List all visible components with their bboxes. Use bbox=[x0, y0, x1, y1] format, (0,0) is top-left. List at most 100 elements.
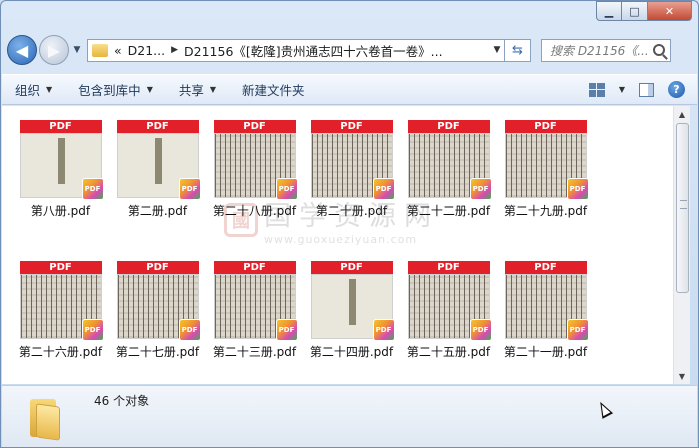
pdf-app-icon: PDF bbox=[372, 178, 395, 200]
pdf-app-icon: PDF bbox=[469, 178, 492, 200]
forward-button[interactable]: ▶ bbox=[39, 35, 69, 65]
pdf-thumbnail: PDF PDF bbox=[310, 261, 395, 341]
file-item[interactable]: PDF PDF 第二十七册.pdf bbox=[109, 261, 206, 360]
pdf-banner: PDF bbox=[504, 261, 587, 274]
explorer-window: ▁ □ ✕ ◀ ▶ ▼ « D21... ▶ D21156《[乾隆]贵州通志四十… bbox=[0, 0, 699, 448]
pdf-thumbnail: PDF PDF bbox=[116, 261, 201, 341]
address-dropdown-icon[interactable]: ▼ bbox=[490, 45, 504, 55]
watermark-url: www.guoxueziyuan.com bbox=[264, 233, 418, 246]
pdf-thumbnail: PDF PDF bbox=[504, 261, 589, 341]
pdf-thumbnail: PDF PDF bbox=[213, 120, 298, 200]
pdf-app-icon: PDF bbox=[566, 319, 589, 341]
pdf-thumbnail: PDF PDF bbox=[407, 120, 492, 200]
pdf-banner: PDF bbox=[407, 261, 490, 274]
pdf-app-icon: PDF bbox=[178, 319, 201, 341]
minimize-button[interactable]: ▁ bbox=[596, 1, 622, 21]
folder-icon bbox=[92, 43, 108, 57]
preview-pane-icon[interactable] bbox=[639, 82, 654, 97]
breadcrumb-separator-icon[interactable]: ▶ bbox=[171, 45, 178, 55]
item-count: 46 个对象 bbox=[94, 394, 150, 408]
pdf-banner: PDF bbox=[504, 120, 587, 133]
share-menu[interactable]: 共享 ▼ bbox=[166, 80, 229, 99]
pdf-banner: PDF bbox=[407, 120, 490, 133]
pdf-app-icon: PDF bbox=[372, 319, 395, 341]
pdf-banner: PDF bbox=[213, 120, 296, 133]
details-pane: 46 个对象 bbox=[2, 385, 697, 447]
breadcrumb-current[interactable]: D21156《[乾隆]贵州通志四十六卷首一卷》... bbox=[184, 41, 443, 60]
file-item[interactable]: PDF PDF 第二十八册.pdf bbox=[206, 120, 303, 219]
search-input[interactable]: 搜索 D21156《... bbox=[541, 38, 671, 62]
file-item[interactable]: PDF PDF 第二十册.pdf bbox=[303, 120, 400, 219]
file-item[interactable]: PDF PDF 第二十一册.pdf bbox=[497, 261, 594, 360]
pdf-thumbnail: PDF PDF bbox=[116, 120, 201, 200]
view-options-dropdown-icon[interactable]: ▼ bbox=[619, 85, 625, 94]
new-folder-button[interactable]: 新建文件夹 bbox=[229, 80, 318, 99]
file-name: 第二十七册.pdf bbox=[115, 345, 200, 359]
file-name: 第二十六册.pdf bbox=[18, 345, 103, 359]
vertical-scrollbar[interactable]: ▲ ▼ bbox=[673, 106, 690, 384]
file-list: 國 国学资源网 www.guoxueziyuan.com PDF PDF 第八册.p… bbox=[2, 106, 673, 384]
file-name: 第二十九册.pdf bbox=[503, 204, 588, 218]
pdf-thumbnail: PDF PDF bbox=[19, 261, 104, 341]
pdf-banner: PDF bbox=[19, 120, 102, 133]
file-name: 第二册.pdf bbox=[127, 204, 188, 218]
file-item[interactable]: PDF PDF 第二十九册.pdf bbox=[497, 120, 594, 219]
organize-menu[interactable]: 组织 ▼ bbox=[2, 80, 65, 99]
breadcrumb-parent[interactable]: D21... bbox=[128, 43, 165, 58]
chevron-down-icon: ▼ bbox=[46, 85, 53, 94]
scroll-down-icon[interactable]: ▼ bbox=[674, 368, 690, 384]
pdf-banner: PDF bbox=[310, 261, 393, 274]
change-view-icon[interactable] bbox=[588, 82, 605, 97]
file-name: 第二十二册.pdf bbox=[406, 204, 491, 218]
refresh-button[interactable]: ⇆ bbox=[505, 38, 531, 62]
pdf-thumbnail: PDF PDF bbox=[407, 261, 492, 341]
help-icon[interactable]: ? bbox=[668, 81, 685, 98]
maximize-button[interactable]: □ bbox=[622, 1, 648, 21]
include-in-library-label: 包含到库中 bbox=[78, 83, 141, 98]
pdf-app-icon: PDF bbox=[81, 319, 104, 341]
file-item[interactable]: PDF PDF 第二十四册.pdf bbox=[303, 261, 400, 360]
caption-buttons: ▁ □ ✕ bbox=[596, 1, 692, 21]
pdf-banner: PDF bbox=[116, 261, 199, 274]
pdf-app-icon: PDF bbox=[275, 178, 298, 200]
chevron-down-icon: ▼ bbox=[146, 85, 153, 94]
pdf-app-icon: PDF bbox=[178, 178, 201, 200]
file-item[interactable]: PDF PDF 第二十五册.pdf bbox=[400, 261, 497, 360]
file-name: 第二十一册.pdf bbox=[503, 345, 588, 359]
pdf-app-icon: PDF bbox=[81, 178, 104, 200]
file-item[interactable]: PDF PDF 第二册.pdf bbox=[109, 120, 206, 219]
include-in-library-menu[interactable]: 包含到库中 ▼ bbox=[65, 80, 166, 99]
file-name: 第二十八册.pdf bbox=[212, 204, 297, 218]
command-bar: 组织 ▼ 包含到库中 ▼ 共享 ▼ 新建文件夹 ▼ ? bbox=[2, 74, 697, 105]
file-name: 第二十三册.pdf bbox=[212, 345, 297, 359]
folder-icon bbox=[30, 395, 70, 441]
pdf-banner: PDF bbox=[116, 120, 199, 133]
pdf-banner: PDF bbox=[19, 261, 102, 274]
recent-pages-dropdown[interactable]: ▼ bbox=[71, 45, 83, 55]
breadcrumb-overflow[interactable]: « bbox=[114, 43, 122, 58]
pdf-banner: PDF bbox=[310, 120, 393, 133]
search-icon[interactable] bbox=[653, 44, 665, 56]
file-name: 第二十四册.pdf bbox=[309, 345, 394, 359]
file-item[interactable]: PDF PDF 第二十六册.pdf bbox=[12, 261, 109, 360]
file-item[interactable]: PDF PDF 第二十二册.pdf bbox=[400, 120, 497, 219]
file-name: 第二十五册.pdf bbox=[406, 345, 491, 359]
scroll-up-icon[interactable]: ▲ bbox=[674, 106, 690, 122]
pdf-banner: PDF bbox=[213, 261, 296, 274]
file-item[interactable]: PDF PDF 第八册.pdf bbox=[12, 120, 109, 219]
file-name: 第八册.pdf bbox=[30, 204, 91, 218]
toolbar-right: ▼ ? bbox=[588, 81, 697, 98]
scroll-thumb[interactable] bbox=[676, 123, 689, 293]
pdf-thumbnail: PDF PDF bbox=[310, 120, 395, 200]
pdf-thumbnail: PDF PDF bbox=[213, 261, 298, 341]
share-label: 共享 bbox=[178, 83, 204, 98]
pdf-thumbnail: PDF PDF bbox=[504, 120, 589, 200]
pdf-app-icon: PDF bbox=[275, 319, 298, 341]
pdf-app-icon: PDF bbox=[469, 319, 492, 341]
search-placeholder: 搜索 D21156《... bbox=[550, 43, 649, 58]
pdf-app-icon: PDF bbox=[566, 178, 589, 200]
back-button[interactable]: ◀ bbox=[7, 35, 37, 65]
address-bar[interactable]: « D21... ▶ D21156《[乾隆]贵州通志四十六卷首一卷》... ▼ bbox=[87, 38, 505, 62]
file-item[interactable]: PDF PDF 第二十三册.pdf bbox=[206, 261, 303, 360]
close-button[interactable]: ✕ bbox=[648, 1, 692, 21]
